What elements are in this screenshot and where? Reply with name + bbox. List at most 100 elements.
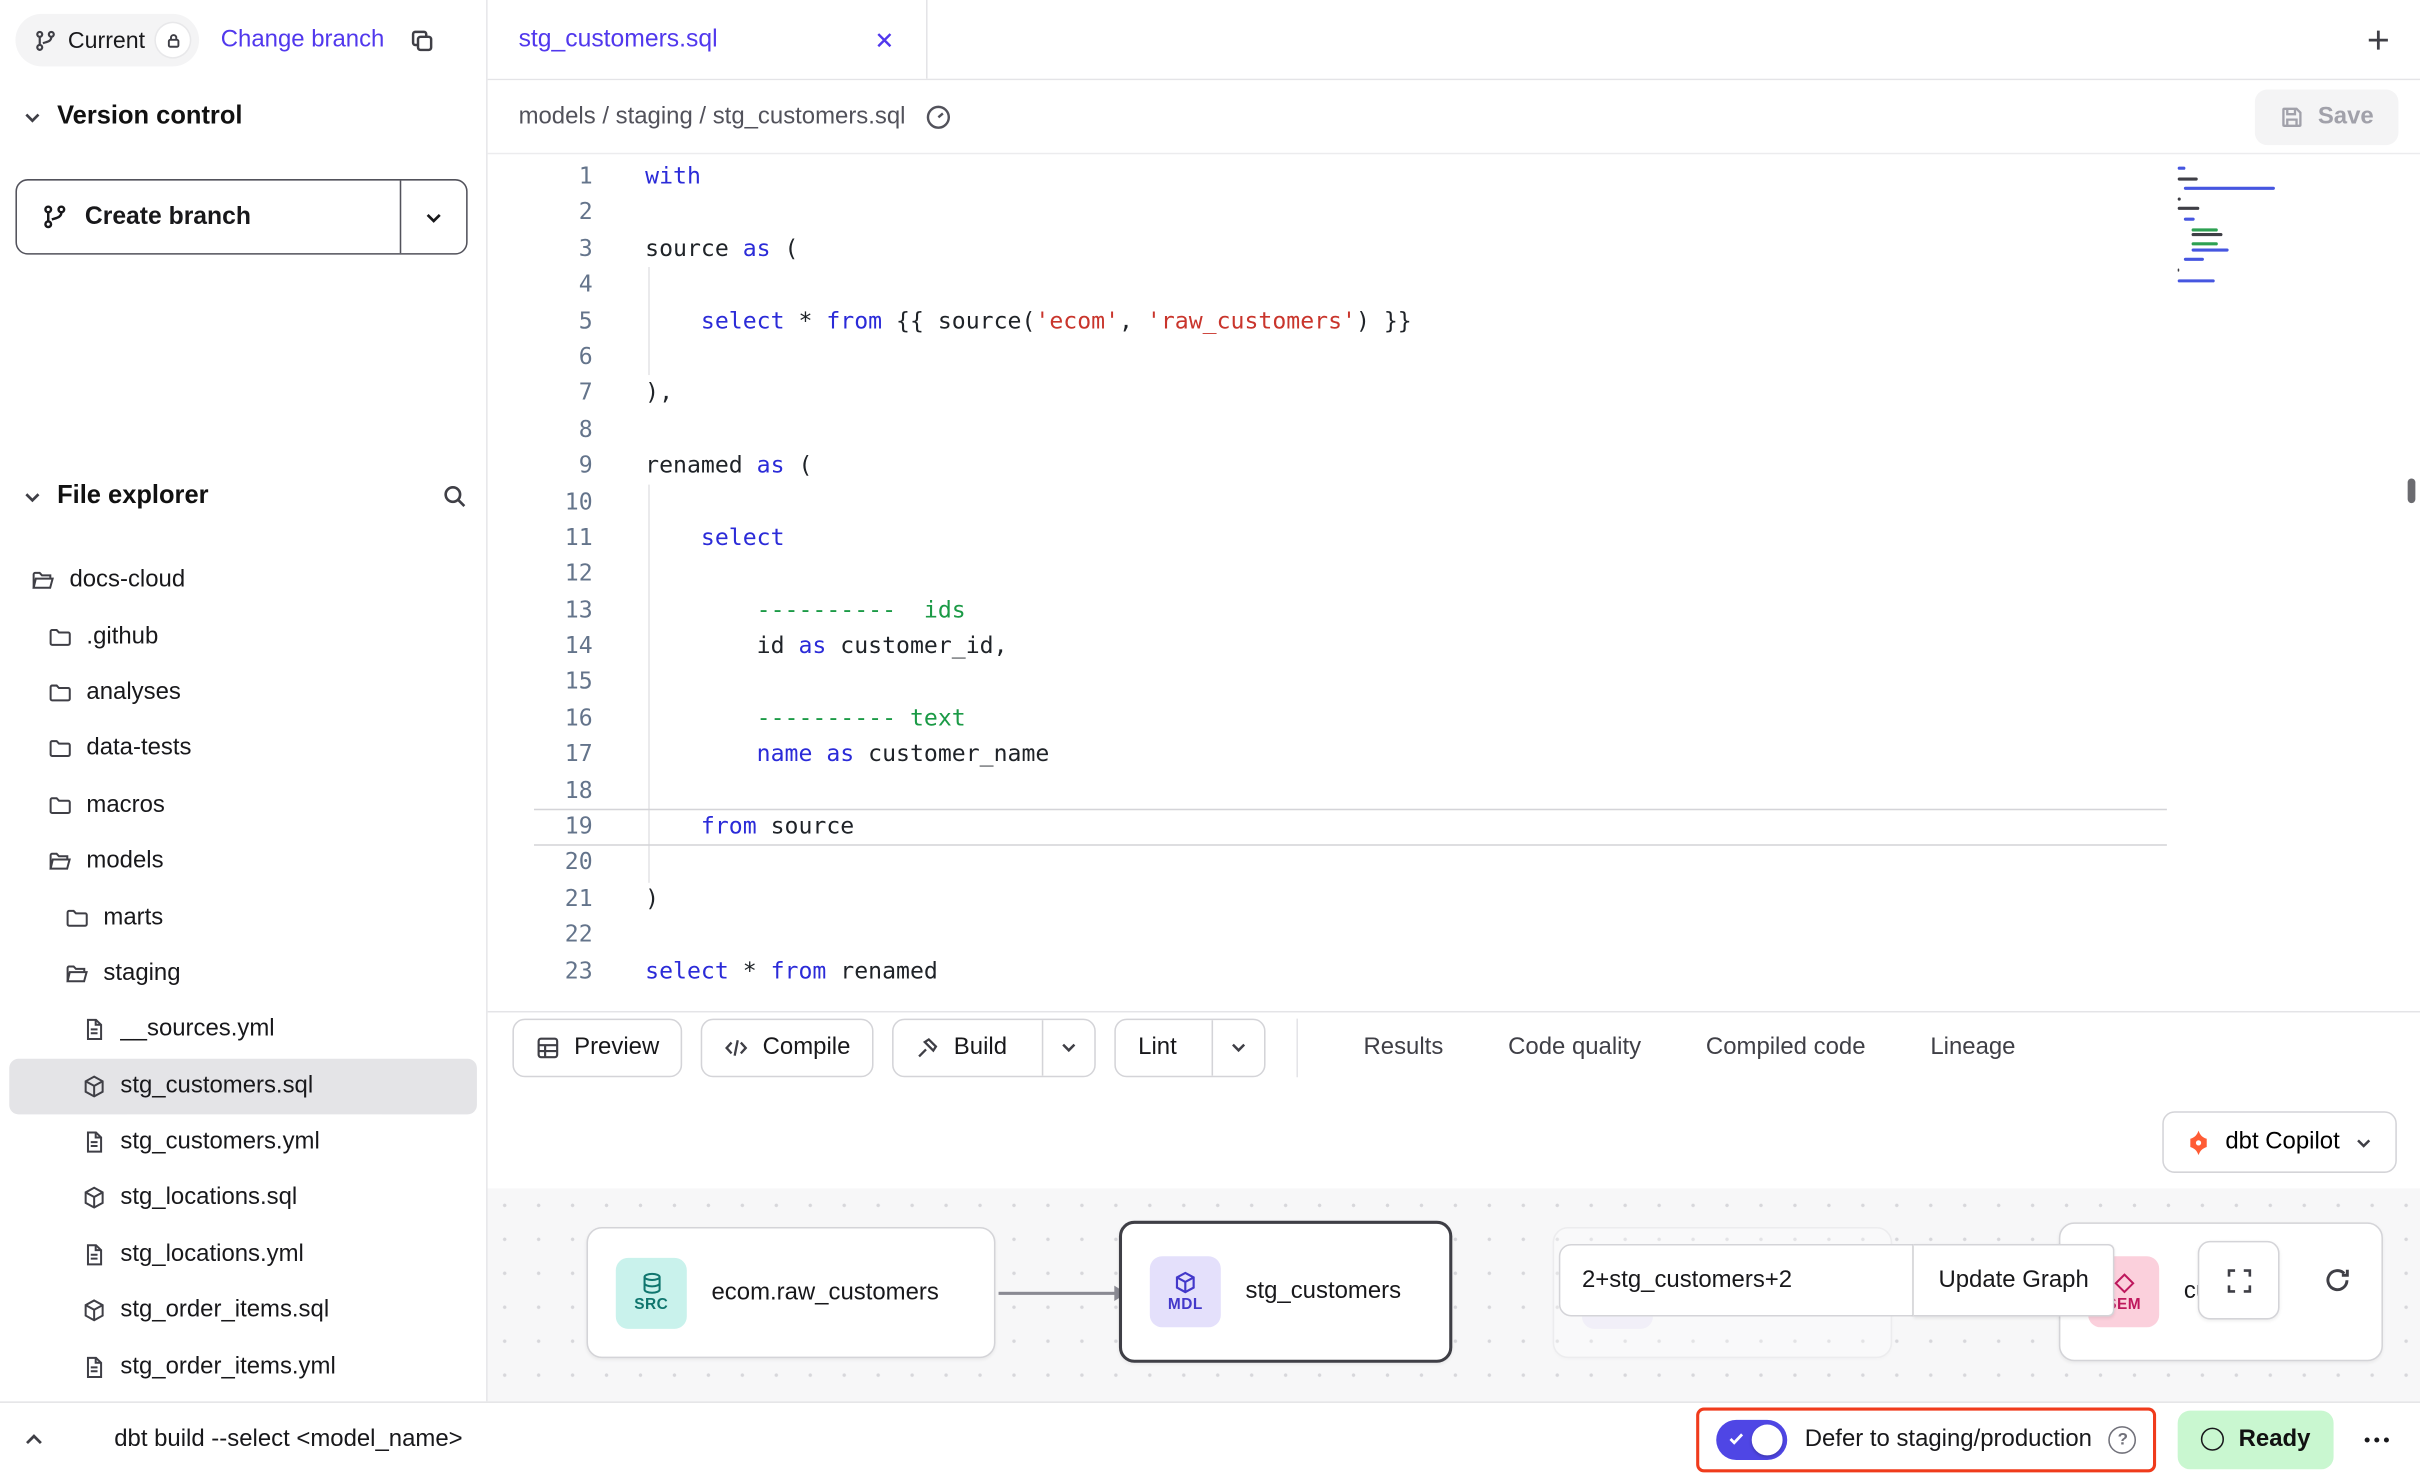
code-line[interactable]: select <box>645 520 2158 556</box>
lint-menu-button[interactable] <box>1212 1019 1264 1075</box>
save-label: Save <box>2318 103 2374 131</box>
line-number: 18 <box>488 773 593 809</box>
search-icon[interactable] <box>441 483 467 509</box>
file-tree-item-analyses[interactable]: analyses <box>9 665 477 721</box>
file-tree-item-models[interactable]: models <box>9 833 477 889</box>
file-tree-item-macros[interactable]: macros <box>9 777 477 833</box>
code-line[interactable] <box>645 556 2158 592</box>
tab-stg-customers[interactable]: stg_customers.sql <box>488 0 928 79</box>
grid-icon <box>536 1035 561 1060</box>
refresh-button[interactable] <box>2298 1241 2375 1320</box>
file-tree-item-stg-order-items-yml[interactable]: stg_order_items.yml <box>9 1339 477 1395</box>
preview-button[interactable]: Preview <box>512 1018 682 1077</box>
current-branch-pill[interactable]: Current <box>15 14 199 66</box>
code-line[interactable]: ---------- ids <box>645 592 2158 628</box>
minimap-line <box>2178 207 2199 210</box>
copy-icon[interactable] <box>409 27 435 53</box>
fullscreen-button[interactable] <box>2198 1241 2280 1320</box>
code-line[interactable]: select * from renamed <box>645 953 2158 989</box>
code-line[interactable] <box>645 664 2158 700</box>
file-tree-item--github[interactable]: .github <box>9 609 477 665</box>
code-line[interactable]: with <box>645 159 2158 195</box>
file-explorer-header[interactable]: File explorer <box>22 482 468 511</box>
code-line[interactable] <box>645 917 2158 953</box>
gauge-icon[interactable] <box>924 103 952 131</box>
editor-gutter: 1234567891011121314151617181920212223 <box>488 159 593 989</box>
code-line[interactable] <box>645 195 2158 231</box>
build-button[interactable]: Build <box>894 1019 1029 1075</box>
file-tree-item-stg-customers-yml[interactable]: stg_customers.yml <box>9 1114 477 1170</box>
file-tree-item-stg-locations-sql[interactable]: stg_locations.sql <box>9 1170 477 1226</box>
file-tree-item-stg-order-items-sql[interactable]: stg_order_items.sql <box>9 1283 477 1339</box>
folder-icon <box>48 681 73 706</box>
code-icon <box>724 1035 749 1060</box>
folder-open-icon <box>31 568 56 593</box>
file-name: macros <box>86 791 164 819</box>
file-tree-item-staging[interactable]: staging <box>9 946 477 1002</box>
file-tree-item-docs-cloud[interactable]: docs-cloud <box>9 553 477 609</box>
tab-code-quality[interactable]: Code quality <box>1508 1012 1641 1081</box>
code-line[interactable] <box>645 267 2158 303</box>
minimap-line <box>2191 233 2223 236</box>
line-number: 9 <box>488 448 593 484</box>
file-tree-item-stg-locations-yml[interactable]: stg_locations.yml <box>9 1226 477 1282</box>
lineage-node-source[interactable]: SRC ecom.raw_customers <box>586 1227 995 1358</box>
lineage-canvas[interactable]: MDL customers SEM cus SRC ecom.raw_custo… <box>488 1188 2420 1401</box>
code-line[interactable]: id as customer_id, <box>645 628 2158 664</box>
line-number: 17 <box>488 737 593 773</box>
code-editor[interactable]: 1234567891011121314151617181920212223 wi… <box>488 154 2420 1011</box>
create-branch-menu-button[interactable] <box>401 181 466 254</box>
chevron-up-icon[interactable] <box>22 1427 47 1452</box>
code-line[interactable]: ) <box>645 881 2158 917</box>
file-tree-item--sources-yml[interactable]: __sources.yml <box>9 1002 477 1058</box>
help-icon[interactable]: ? <box>2109 1425 2137 1453</box>
editor-scrollbar[interactable] <box>2408 478 2416 503</box>
code-line[interactable] <box>645 773 2158 809</box>
lint-button[interactable]: Lint <box>1117 1019 1199 1075</box>
dbt-command-text[interactable]: dbt build --select <model_name> <box>114 1425 462 1453</box>
tab-lineage[interactable]: Lineage <box>1930 1012 2015 1081</box>
save-button[interactable]: Save <box>2255 89 2399 145</box>
code-line[interactable] <box>645 845 2158 881</box>
graph-selector-input[interactable] <box>1559 1244 1914 1317</box>
lint-button-group: Lint <box>1115 1018 1266 1077</box>
file-name: analyses <box>86 679 180 707</box>
lineage-node-model[interactable]: MDL stg_customers <box>1119 1221 1452 1363</box>
code-line[interactable]: renamed as ( <box>645 448 2158 484</box>
create-branch-button[interactable]: Create branch <box>15 179 467 255</box>
source-badge-icon: SRC <box>616 1257 687 1328</box>
line-number: 22 <box>488 917 593 953</box>
tab-results[interactable]: Results <box>1364 1012 1444 1081</box>
code-line[interactable]: ---------- text <box>645 700 2158 736</box>
status-badge[interactable]: Ready <box>2178 1410 2333 1469</box>
defer-toggle[interactable] <box>1717 1419 1788 1459</box>
update-graph-button[interactable]: Update Graph <box>1914 1244 2115 1317</box>
line-number: 19 <box>488 809 593 845</box>
tab-compiled-code[interactable]: Compiled code <box>1706 1012 1866 1081</box>
close-tab-icon[interactable] <box>874 29 896 51</box>
line-number: 7 <box>488 376 593 412</box>
version-control-header[interactable]: Version control <box>22 102 468 131</box>
change-branch-link[interactable]: Change branch <box>221 26 385 54</box>
code-line[interactable]: source as ( <box>645 231 2158 267</box>
dbt-copilot-button[interactable]: dbt Copilot <box>2162 1111 2397 1173</box>
code-line[interactable]: select * from {{ source('ecom', 'raw_cus… <box>645 303 2158 339</box>
folder-icon <box>48 793 73 818</box>
code-line[interactable]: ), <box>645 376 2158 412</box>
line-number: 2 <box>488 195 593 231</box>
folder-open-icon <box>65 961 90 986</box>
code-line[interactable]: name as customer_name <box>645 737 2158 773</box>
new-tab-button[interactable] <box>2364 25 2392 53</box>
minimap-line <box>2184 258 2204 261</box>
compile-button[interactable]: Compile <box>701 1018 874 1077</box>
minimap[interactable] <box>2178 167 2292 284</box>
file-tree-item-stg-customers-sql[interactable]: stg_customers.sql <box>9 1058 477 1114</box>
code-line[interactable] <box>645 484 2158 520</box>
file-tree-item-data-tests[interactable]: data-tests <box>9 721 477 777</box>
code-line[interactable]: from source <box>645 809 2158 845</box>
code-line[interactable] <box>645 339 2158 375</box>
build-menu-button[interactable] <box>1042 1019 1094 1075</box>
more-options-button[interactable] <box>2355 1418 2398 1461</box>
file-tree-item-marts[interactable]: marts <box>9 890 477 946</box>
code-line[interactable] <box>645 412 2158 448</box>
